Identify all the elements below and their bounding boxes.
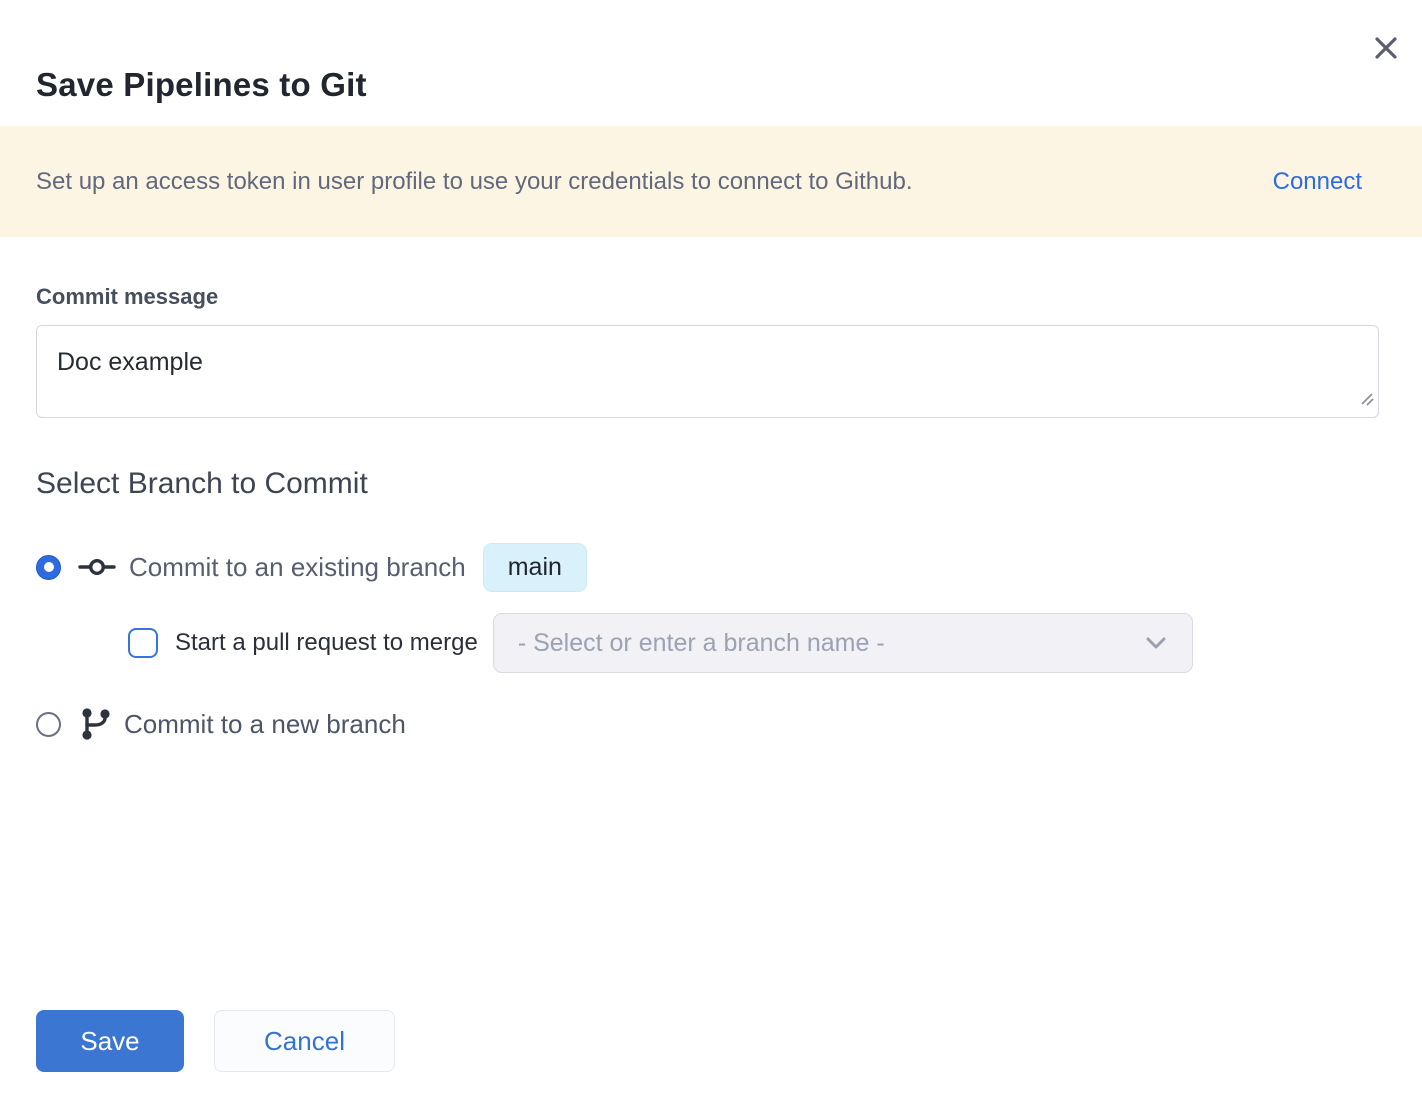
save-pipelines-dialog: Save Pipelines to Git Set up an access t… xyxy=(0,0,1422,1116)
new-branch-label: Commit to a new branch xyxy=(124,709,406,740)
dialog-header: Save Pipelines to Git xyxy=(0,0,1422,104)
git-branch-icon xyxy=(81,707,111,741)
existing-branch-option: Commit to an existing branch main xyxy=(36,539,1386,595)
commit-message-wrap: Doc example xyxy=(36,325,1379,418)
select-branch-heading: Select Branch to Commit xyxy=(36,467,1386,501)
new-branch-option: Commit to a new branch xyxy=(36,700,1386,748)
save-button[interactable]: Save xyxy=(36,1010,184,1072)
existing-branch-label: Commit to an existing branch xyxy=(129,552,466,583)
pull-request-row: Start a pull request to merge - Select o… xyxy=(128,613,1386,673)
commit-message-label: Commit message xyxy=(36,284,1379,310)
new-branch-radio[interactable] xyxy=(36,712,61,737)
pull-request-checkbox[interactable] xyxy=(128,628,158,658)
page-title: Save Pipelines to Git xyxy=(36,66,1386,104)
cancel-button[interactable]: Cancel xyxy=(214,1010,395,1072)
access-token-banner: Set up an access token in user profile t… xyxy=(0,126,1422,237)
close-icon xyxy=(1372,34,1400,62)
banner-message: Set up an access token in user profile t… xyxy=(36,168,1249,196)
dialog-footer: Save Cancel xyxy=(36,1010,395,1072)
commit-message-input[interactable]: Doc example xyxy=(36,325,1379,418)
pull-request-label: Start a pull request to merge xyxy=(175,629,478,657)
branch-name-select[interactable]: - Select or enter a branch name - xyxy=(493,613,1193,673)
git-commit-icon xyxy=(78,556,116,578)
branch-select-placeholder: - Select or enter a branch name - xyxy=(518,629,885,658)
close-button[interactable] xyxy=(1366,28,1406,68)
chevron-down-icon xyxy=(1144,635,1168,651)
connect-link[interactable]: Connect xyxy=(1273,168,1362,196)
branch-badge[interactable]: main xyxy=(483,543,587,592)
commit-message-field: Commit message Doc example xyxy=(0,284,1422,418)
existing-branch-radio[interactable] xyxy=(36,555,61,580)
